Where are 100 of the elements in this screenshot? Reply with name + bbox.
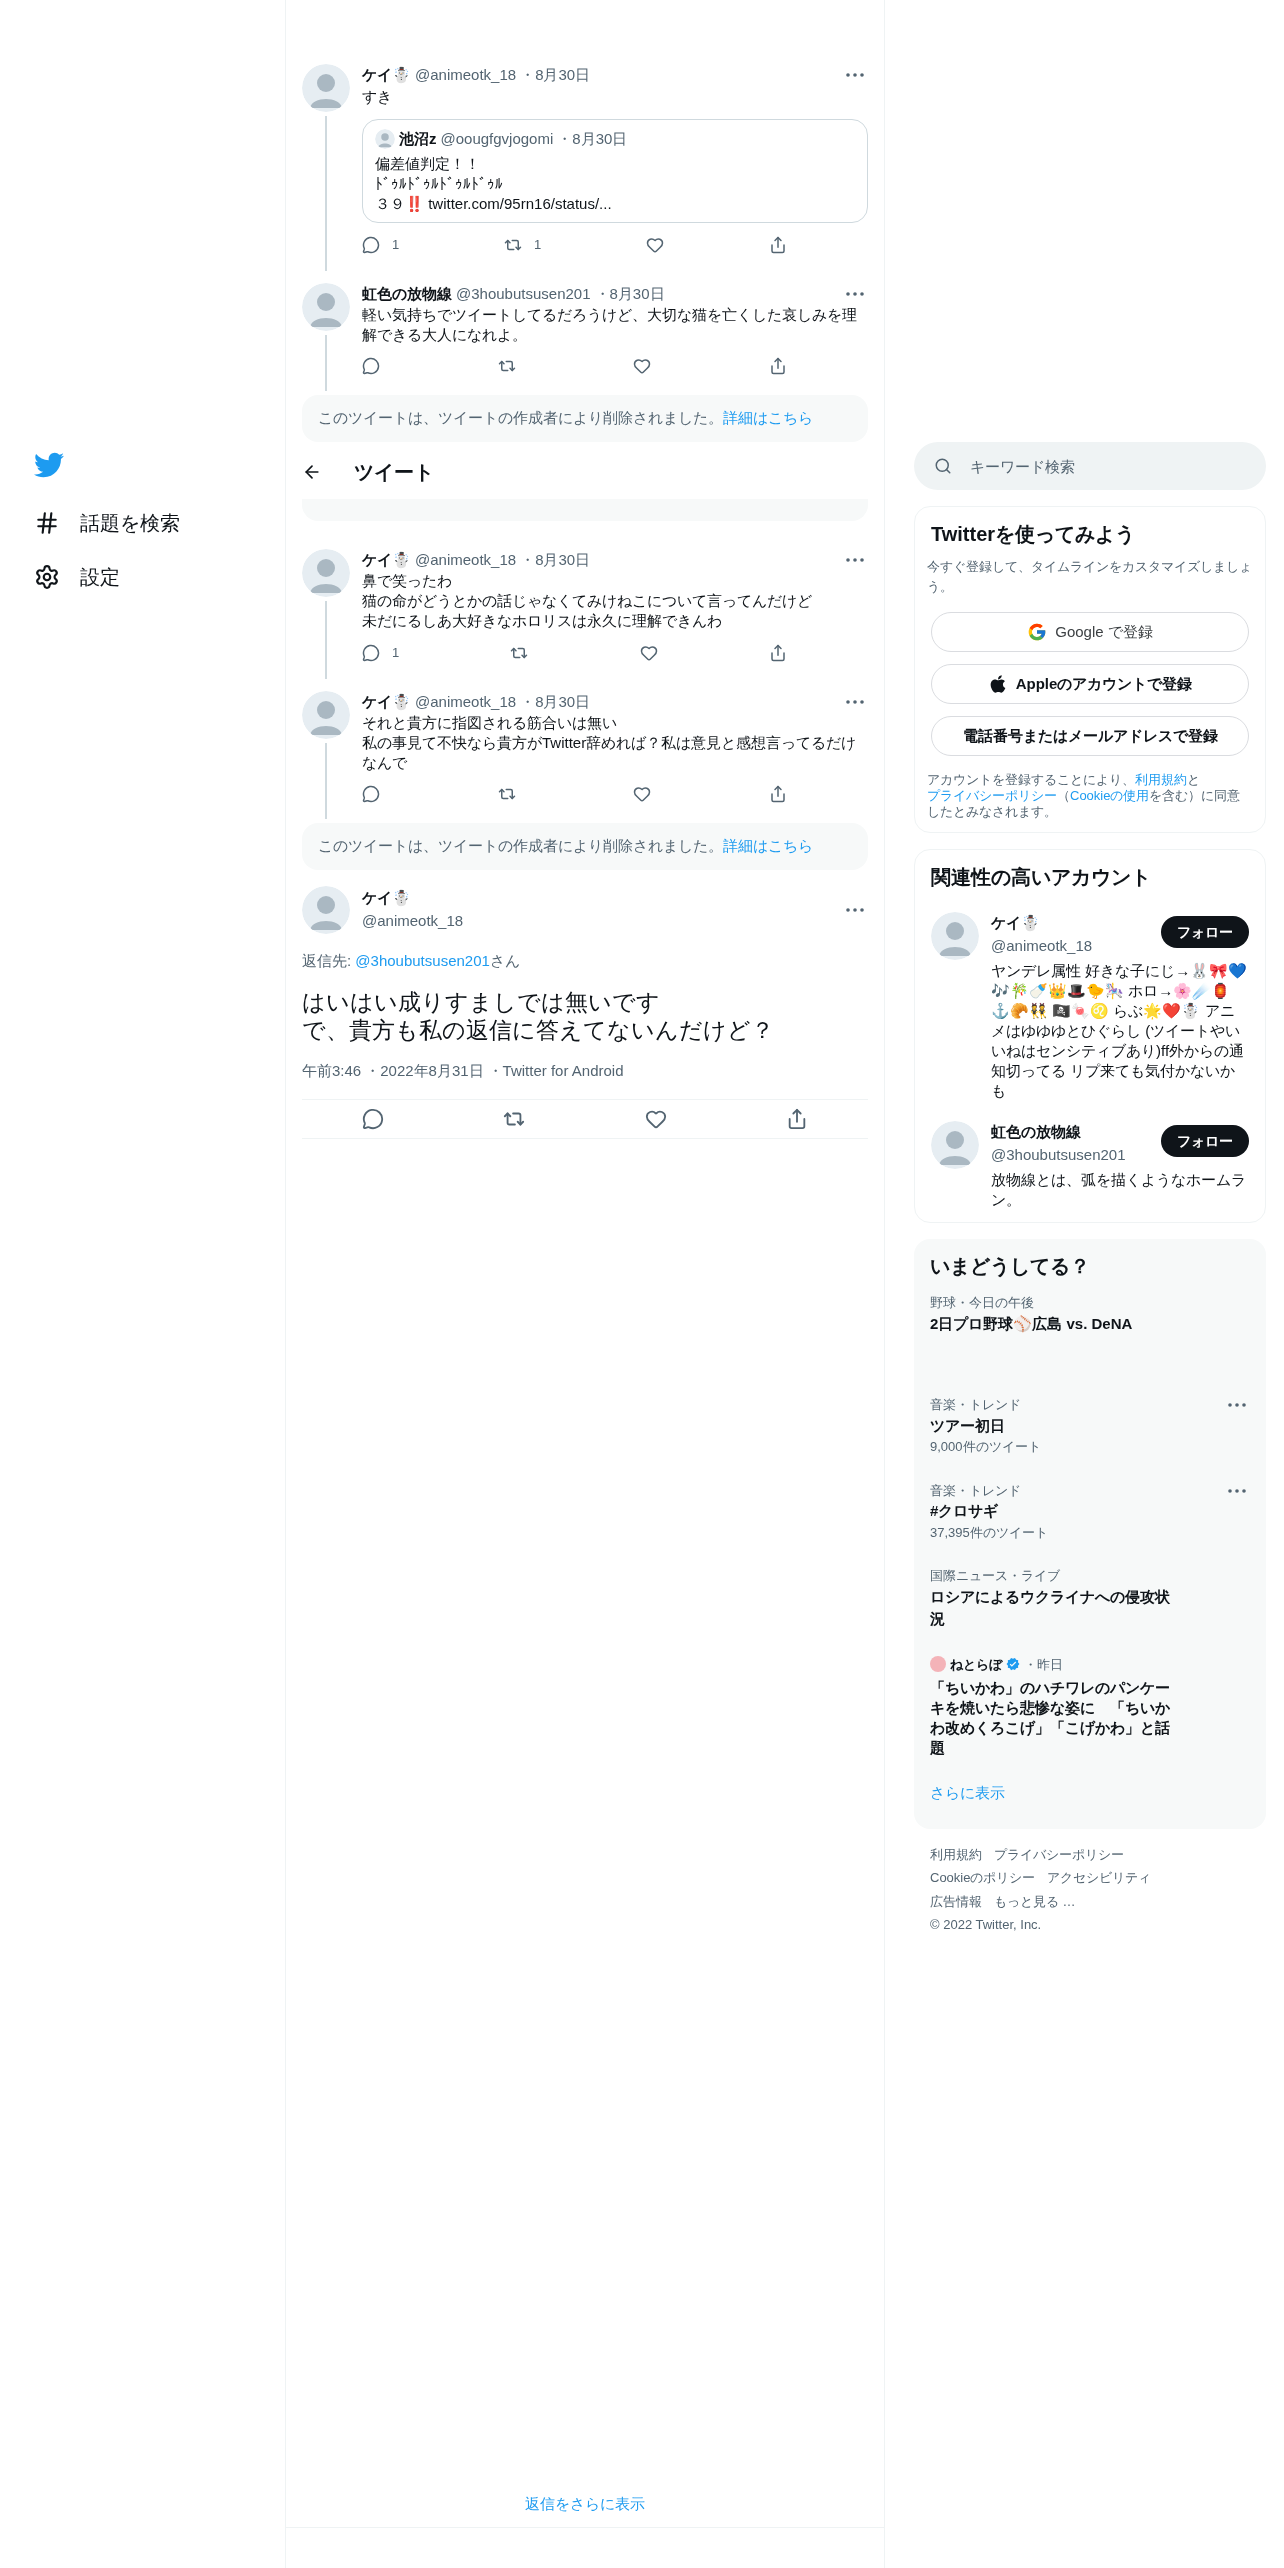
user-handle: @oougfgvjogomi xyxy=(440,128,554,149)
like-button[interactable] xyxy=(639,643,658,663)
follow-button[interactable]: フォロー xyxy=(1161,1125,1249,1157)
share-icon xyxy=(768,357,787,375)
trend-title: 2日プロ野球⚾広島 vs. DeNA xyxy=(930,1313,1134,1334)
tweet-text: ３９‼ twitter.com/95rn16/status/... xyxy=(375,194,613,214)
user-name: 池沼z xyxy=(399,128,437,149)
like-button[interactable] xyxy=(633,357,652,375)
trend-category: 音楽・トレンド xyxy=(930,1481,1021,1500)
follow-button[interactable]: フォロー xyxy=(1161,916,1249,948)
user-name: 虹色の放物線 xyxy=(362,283,452,304)
news-title: 「ちいかわ」のハチワレのパンケーキを焼いたら悲惨な姿に 「ちいかわ改めくろこげ」「こげかわ」と話題 xyxy=(930,1678,1170,1758)
like-button[interactable] xyxy=(633,785,652,803)
source-name: ねとらぼ xyxy=(950,1655,1002,1674)
speech-bubble-icon xyxy=(362,357,380,375)
footer-link[interactable]: 広告情報 xyxy=(930,1891,982,1911)
user-name: ケイ☃ xyxy=(362,549,411,570)
share-button[interactable] xyxy=(769,643,787,663)
news-date: ・昨日 xyxy=(1024,1655,1063,1674)
user-name: 虹色の放物線 xyxy=(991,1122,1082,1142)
tweet-count: 9,000件のツイート xyxy=(930,1438,1041,1456)
user-handle: @animeotk_18 xyxy=(415,65,517,85)
user-handle: @3houbutsusen201 xyxy=(991,1144,1127,1165)
avatar xyxy=(931,912,979,960)
speech-bubble-icon xyxy=(362,785,380,803)
heart-icon xyxy=(639,643,658,662)
news-item[interactable]: ねとらぼ ・昨日 「ちいかわ」のハチワレのパンケーキを焼いたら悲惨な姿に 「ちいかわ改めくろこげ」「こげかわ」と話題 xyxy=(930,1642,1250,1770)
avatar xyxy=(931,1121,979,1169)
trend-item[interactable]: 音楽・トレンド ツアー初日 9,000件のツイート xyxy=(930,1383,1250,1469)
avatar xyxy=(302,548,350,597)
trend-item[interactable]: 国際ニュース・ライブ ロシアによるウクライナへの侵攻状況 xyxy=(930,1554,1250,1643)
tweet-date: ・8月30日 xyxy=(520,691,591,712)
user-handle: @3houbutsusen201 xyxy=(456,283,591,304)
heart-icon xyxy=(646,235,665,254)
tweet-text: で、貴方も私の返信に答えてないんだけど？ xyxy=(302,1016,775,1044)
quoted-tweet[interactable]: 池沼z @oougfgvjogomi ・8月30日 偏差値判定！！ ﾄﾞｩﾙﾄﾞｩﾙﾄﾞｩﾙﾄﾞｩﾙ ３９‼ twitter.com/95rn16/status/... xyxy=(362,118,868,223)
nav-item[interactable]: 話題を検索 xyxy=(34,504,285,542)
footer-link[interactable]: © 2022 Twitter, Inc. xyxy=(930,1915,1042,1935)
hash-icon xyxy=(34,510,60,536)
user-name: ケイ☃ xyxy=(991,913,1041,933)
heart-icon xyxy=(633,785,652,803)
settings-icon xyxy=(34,564,60,590)
reply-button[interactable] xyxy=(362,785,380,803)
like-button[interactable] xyxy=(646,235,665,255)
source-avatar xyxy=(930,1656,946,1673)
footer-link[interactable]: もっと見る … xyxy=(994,1891,1076,1911)
trend-category: 音楽・トレンド xyxy=(930,1396,1021,1414)
tweet-text: 私の事見て不快なら貴方がTwitter辞めれば？私は意見と感想言ってるだけなんで xyxy=(362,733,858,773)
trend-title: ロシアによるウクライナへの侵攻状況 xyxy=(930,1586,1170,1629)
bird-logo[interactable] xyxy=(34,450,64,480)
speech-bubble-icon xyxy=(362,643,380,662)
trend-item[interactable]: 野球・今日の午後 2日プロ野球⚾広島 vs. DeNA xyxy=(930,1281,1250,1383)
user-name: ケイ☃ xyxy=(362,691,411,712)
footer-link[interactable]: 利用規約 xyxy=(930,1844,982,1864)
reply-button[interactable] xyxy=(361,1107,384,1130)
retweet-button[interactable]: 1 xyxy=(504,235,542,255)
google-icon xyxy=(1027,622,1048,642)
tweet-text: ﾄﾞｩﾙﾄﾞｩﾙﾄﾞｩﾙﾄﾞｩﾙ xyxy=(375,174,504,194)
share-button[interactable] xyxy=(768,357,787,375)
card-title: Twitterを使ってみよう xyxy=(930,522,1137,547)
reply-button[interactable]: 1 xyxy=(362,643,400,663)
footer-link[interactable]: Cookieのポリシー xyxy=(930,1868,1036,1888)
tweet-text: 未だにるしあ大好きなホロリスは永久に理解できんわ xyxy=(362,611,723,631)
search-field[interactable]: キーワード検索 xyxy=(914,442,1266,490)
tweet-text: それと貴方に指図される筋合いは無い xyxy=(362,713,618,733)
more-icon xyxy=(846,73,864,78)
tweet-meta: ・2022年8月31日 xyxy=(365,1061,484,1081)
heart-icon xyxy=(633,357,652,375)
share-button[interactable] xyxy=(769,235,787,255)
reply-button[interactable] xyxy=(362,357,380,375)
tweet-text: 軽い気持ちでツイートしてるだろうけど、大切な猫を亡くした哀しみを理解できる大人になれよ。 xyxy=(362,305,858,345)
more-icon xyxy=(846,907,864,912)
nav-item[interactable]: 設定 xyxy=(34,558,285,596)
tweet-text: はいはい成りすましでは無いです xyxy=(302,988,661,1016)
tweet-date: ・8月30日 xyxy=(520,65,591,85)
user-bio: ヤンデレ属性 好きな子にじ→🐰🎀💙🎶🎋🍼👑🎩🐤🎠 ホロ→🌸☄🏮⚓🥐👯 🏴‍☠🍬♌ らぶ🌟❤☃ アニメはゆゆゆとひぐらし (ツイートやいいねはセンシティブあり)ff外からの通知切ってる リプ来ても気付かないかも xyxy=(991,961,1249,1101)
share-button[interactable] xyxy=(768,785,787,803)
tweet-text: 偏差値判定！！ xyxy=(375,154,481,174)
tweet-text: 猫の命がどうとかの話じゃなくてみけねこについて言ってんだけど xyxy=(362,591,813,611)
trend-category: 野球・今日の午後 xyxy=(930,1294,1034,1312)
card-title: いまどうしてる？ xyxy=(930,1254,1091,1279)
trend-category: 国際ニュース・ライブ xyxy=(930,1567,1060,1585)
user-handle: @animeotk_18 xyxy=(415,691,517,712)
card-title: 関連性の高いアカウント xyxy=(931,865,1152,890)
user-name: ケイ☃ xyxy=(362,888,412,908)
user-bio: 放物線とは、弧を描くようなホームラン。 xyxy=(991,1170,1247,1210)
tweet-date: ・8月30日 xyxy=(520,549,591,570)
trend-title: #クロサギ xyxy=(930,1501,1000,1521)
footer-link[interactable]: プライバシーポリシー xyxy=(994,1844,1124,1864)
reply-button[interactable]: 1 xyxy=(362,235,400,255)
avatar xyxy=(302,282,350,331)
tweet-date: ・8月30日 xyxy=(557,128,628,149)
more-icon xyxy=(846,557,864,562)
avatar xyxy=(302,885,350,934)
avatar xyxy=(302,64,350,112)
trend-item[interactable]: 音楽・トレンド #クロサギ 37,395件のツイート xyxy=(930,1468,1250,1554)
share-icon xyxy=(769,643,787,662)
tweet-date: ・8月30日 xyxy=(594,283,665,304)
notice-text: このツイートは、ツイートの作成者により削除されました。詳細はこちら xyxy=(318,408,814,428)
footer-link[interactable]: アクセシビリティ xyxy=(1047,1868,1152,1888)
